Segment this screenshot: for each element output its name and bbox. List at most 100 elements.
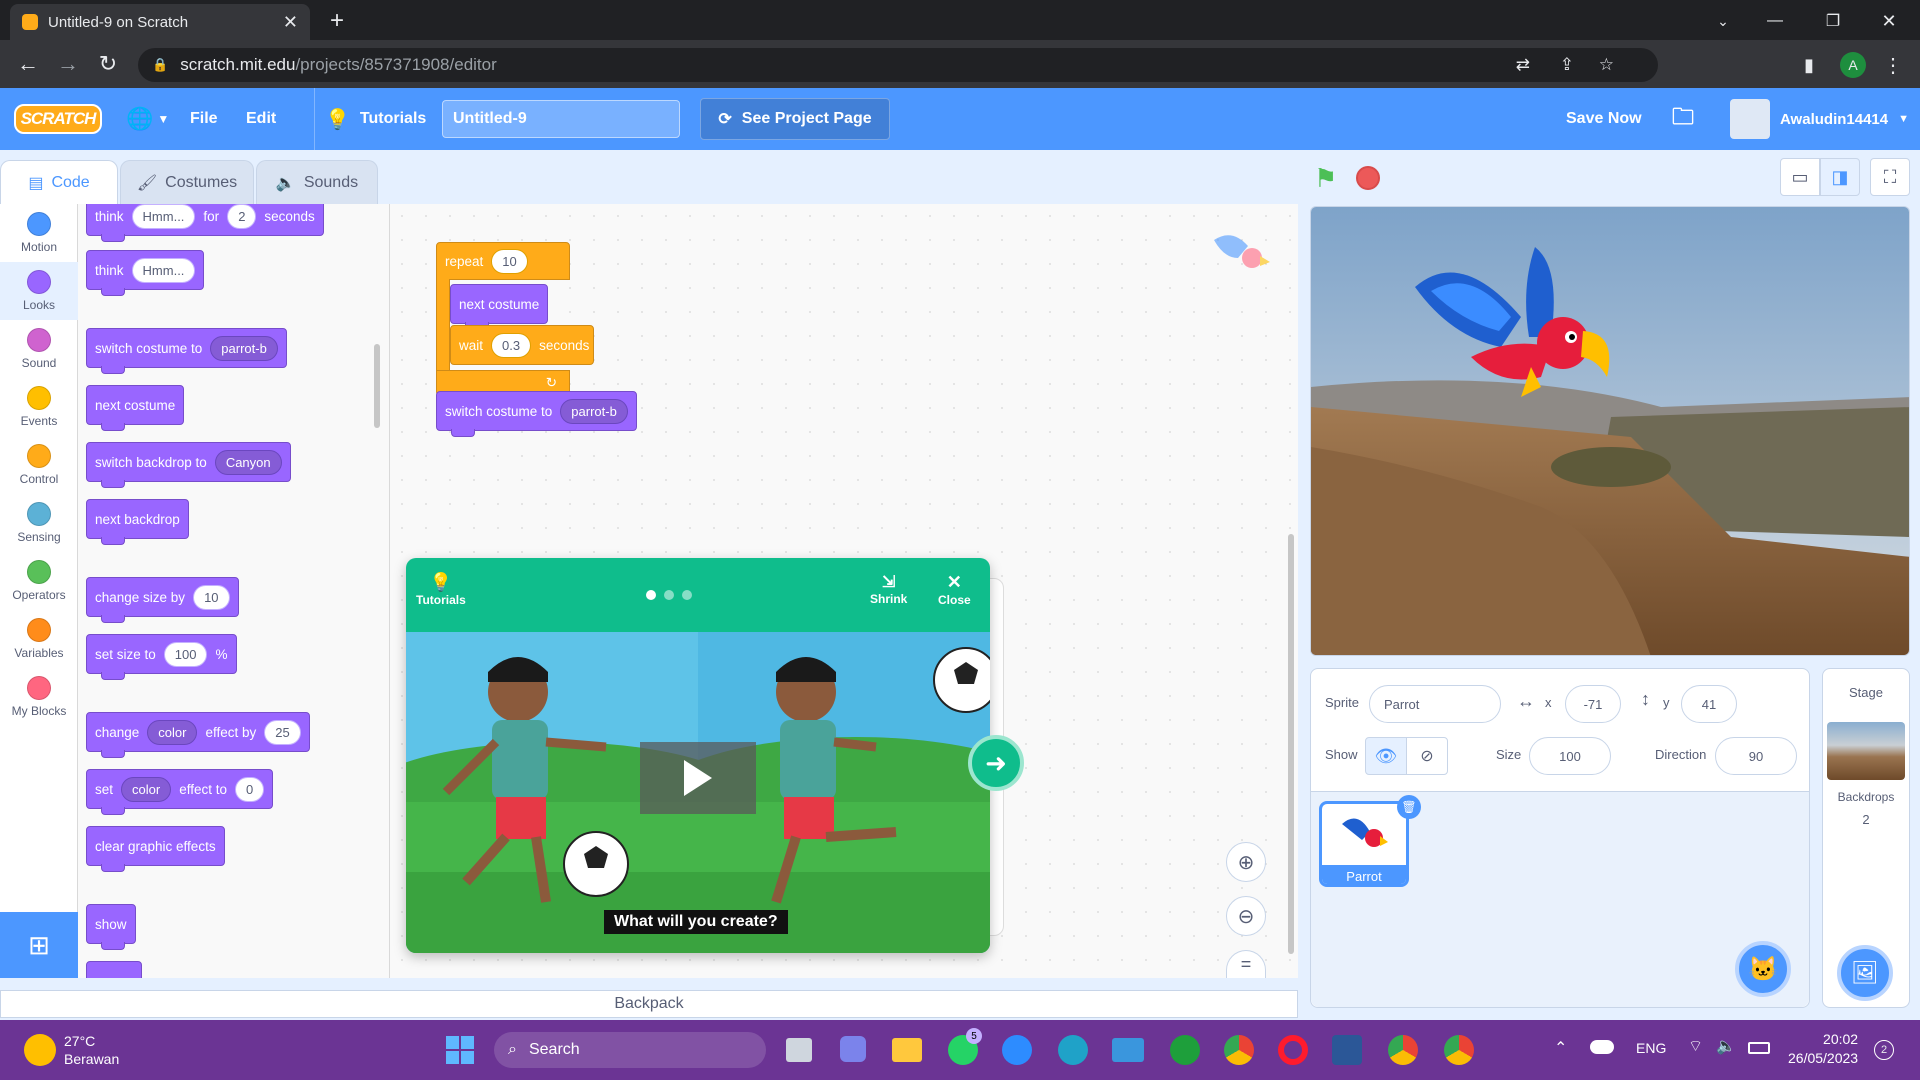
next-costume-script-block[interactable]: next costume — [450, 284, 549, 330]
category-looks[interactable]: Looks — [0, 262, 78, 320]
effect-input[interactable]: 25 — [264, 719, 301, 745]
costume-dropdown[interactable]: parrot-b — [210, 335, 278, 361]
xbox-icon[interactable] — [1170, 1035, 1200, 1065]
close-window-icon[interactable]: ✕ — [1874, 6, 1904, 36]
message-input[interactable]: Hmm... — [131, 204, 196, 229]
mail-icon[interactable] — [1112, 1038, 1144, 1062]
zoom-out-icon[interactable]: ⊖ — [1226, 896, 1266, 936]
switch-costume-script-block[interactable]: switch costume to parrot-b — [436, 391, 637, 437]
next-backdrop-block[interactable]: next backdrop — [86, 499, 189, 545]
category-sensing[interactable]: Sensing — [0, 494, 78, 552]
see-project-page-button[interactable]: ⟳ See Project Page — [700, 98, 890, 140]
message-input[interactable]: Hmm... — [131, 257, 196, 283]
save-now-button[interactable]: Save Now — [1566, 88, 1642, 150]
hide-block[interactable] — [86, 961, 142, 978]
x-input[interactable]: -71 — [1565, 685, 1621, 723]
palette-scrollbar[interactable] — [374, 344, 380, 428]
effect-input[interactable]: 0 — [235, 776, 265, 802]
share-icon[interactable]: ⇪ — [1560, 55, 1574, 75]
next-costume-block[interactable]: next costume — [86, 385, 185, 431]
edge-icon[interactable] — [1058, 1035, 1088, 1065]
chrome-profile-2-icon[interactable] — [1444, 1035, 1474, 1065]
url-field[interactable]: 🔒 scratch.mit.edu /projects/857371908/ed… — [138, 48, 1658, 82]
next-step-arrow-icon[interactable]: ➜ — [968, 735, 1024, 791]
taskbar-search[interactable]: ⌕ Search — [494, 1032, 766, 1068]
small-stage-icon[interactable]: ▭ — [1780, 158, 1820, 196]
battery-icon[interactable] — [1748, 1042, 1770, 1054]
backpack-bar[interactable]: Backpack — [0, 990, 1298, 1018]
workspace-scrollbar[interactable] — [1288, 534, 1294, 954]
forward-icon[interactable]: → — [52, 48, 84, 80]
my-stuff-folder-icon[interactable]: 🗀 — [1672, 88, 1694, 150]
category-variables[interactable]: Variables — [0, 610, 78, 668]
category-operators[interactable]: Operators — [0, 552, 78, 610]
weather-widget[interactable]: 27°C Berawan — [64, 1032, 119, 1068]
tab-costumes[interactable]: 🖌 Costumes — [120, 160, 254, 204]
task-view-icon[interactable] — [786, 1038, 812, 1062]
close-button[interactable]: ✕ Close — [938, 572, 971, 607]
zoom-reset-icon[interactable]: = — [1226, 950, 1266, 978]
close-tab-icon[interactable]: ✕ — [283, 12, 298, 33]
step-dots[interactable] — [646, 590, 692, 600]
set-effect-block[interactable]: set color effect to 0 — [86, 769, 274, 815]
restore-icon[interactable]: ❐ — [1818, 6, 1848, 36]
stage-selector[interactable]: Stage Backdrops 2 🖼 — [1822, 668, 1910, 1008]
language-indicator[interactable]: ENG — [1636, 1040, 1666, 1056]
think-for-block[interactable]: think Hmm... for 2 seconds — [86, 204, 324, 242]
hide-toggle[interactable]: ⊘ — [1406, 737, 1448, 775]
y-input[interactable]: 41 — [1681, 685, 1737, 723]
size-input[interactable]: 100 — [163, 641, 208, 667]
notification-badge[interactable]: 2 — [1874, 1040, 1894, 1060]
bookmark-star-icon[interactable]: ☆ — [1599, 55, 1614, 75]
think-block[interactable]: think Hmm... — [86, 250, 205, 296]
profile-avatar[interactable]: A — [1840, 52, 1866, 78]
green-flag-icon[interactable]: ⚑ — [1314, 163, 1342, 193]
sprite-thumbnail[interactable]: Parrot — [1319, 801, 1409, 887]
minimize-icon[interactable]: — — [1760, 6, 1790, 36]
effect-dropdown[interactable]: color — [121, 776, 172, 802]
category-sound[interactable]: Sound — [0, 320, 78, 378]
edit-menu[interactable]: Edit — [246, 88, 276, 150]
onedrive-icon[interactable] — [1590, 1040, 1614, 1054]
change-effect-block[interactable]: change color effect by 25 — [86, 712, 310, 758]
size-input[interactable]: 100 — [1529, 737, 1611, 775]
step-dot[interactable] — [682, 590, 692, 600]
add-extension-button[interactable]: ⊞ — [0, 912, 78, 978]
side-panel-icon[interactable]: ▮ — [1796, 52, 1822, 78]
tray-chevron-icon[interactable]: ⌃ — [1554, 1038, 1567, 1058]
shrink-button[interactable]: ⇲ Shrink — [870, 572, 907, 606]
tab-search-icon[interactable]: ⌄ — [1708, 6, 1738, 36]
scratch-logo[interactable]: SCRATCH — [14, 104, 102, 134]
choose-sprite-icon[interactable]: 🐱 — [1735, 941, 1791, 997]
reload-icon[interactable]: ↻ — [92, 48, 124, 80]
parrot-sprite[interactable] — [1411, 247, 1631, 417]
change-size-block[interactable]: change size by 10 — [86, 577, 239, 623]
meet-icon[interactable] — [840, 1036, 866, 1062]
seconds-input[interactable]: 2 — [227, 204, 257, 229]
direction-input[interactable]: 90 — [1715, 737, 1797, 775]
effect-dropdown[interactable]: color — [147, 719, 198, 745]
clock[interactable]: 20:02 26/05/2023 — [1788, 1030, 1858, 1068]
opera-icon[interactable] — [1278, 1035, 1308, 1065]
tutorials-menu[interactable]: 💡 Tutorials — [314, 88, 426, 150]
backdrop-dropdown[interactable]: Canyon — [214, 449, 282, 475]
switch-costume-block[interactable]: switch costume to parrot-b — [86, 328, 287, 374]
tab-sounds[interactable]: 🔈 Sounds — [256, 160, 378, 204]
normal-stage-icon[interactable]: ◨ — [1820, 158, 1860, 196]
show-block[interactable]: show — [86, 904, 136, 950]
set-size-block[interactable]: set size to 100 % — [86, 634, 237, 680]
switch-backdrop-block[interactable]: switch backdrop to Canyon — [86, 442, 291, 488]
repeat-count-input[interactable]: 10 — [491, 248, 528, 274]
volume-icon[interactable]: 🔈 — [1716, 1036, 1736, 1056]
word-icon[interactable] — [1332, 1035, 1362, 1065]
wait-seconds-input[interactable]: 0.3 — [491, 332, 532, 358]
costume-dropdown[interactable]: parrot-b — [560, 398, 628, 424]
stage-canvas[interactable] — [1310, 206, 1910, 656]
tab-code[interactable]: ▤ Code — [0, 160, 118, 204]
category-motion[interactable]: Motion — [0, 204, 78, 262]
size-input[interactable]: 10 — [193, 584, 230, 610]
clear-effects-block[interactable]: clear graphic effects — [86, 826, 225, 872]
zoom-icon[interactable] — [1002, 1035, 1032, 1065]
chrome-profile-icon[interactable] — [1388, 1035, 1418, 1065]
chrome-icon[interactable] — [1224, 1035, 1254, 1065]
